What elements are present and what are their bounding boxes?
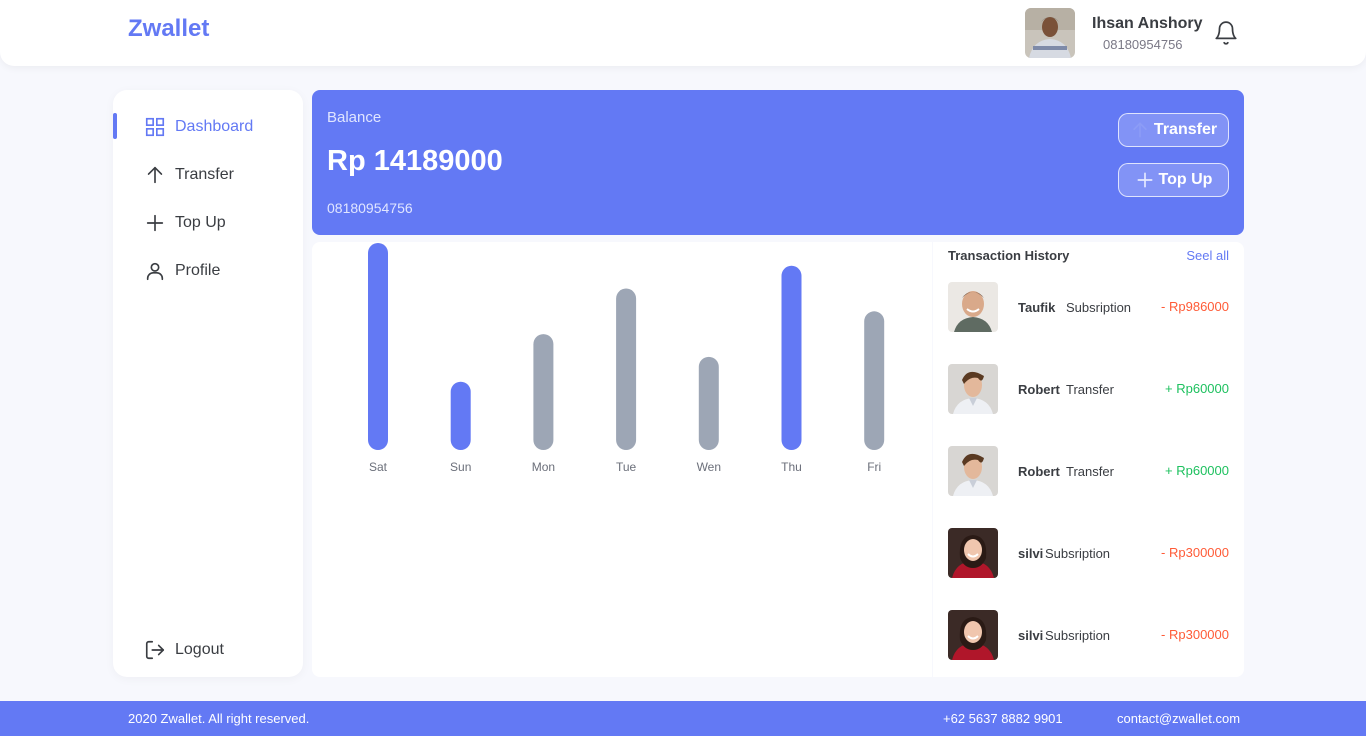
transaction-avatar [948,364,998,414]
chart-bar-sun [450,381,471,450]
logout-icon [144,639,166,661]
transaction-name: silvi [1018,546,1044,561]
sidebar-item-transfer[interactable]: Transfer [113,161,303,189]
transaction-avatar [948,282,998,332]
bar-chart: Sat Sun Mon Tue Wen Thu Fri [368,243,885,474]
sidebar-item-label: Dashboard [175,118,254,135]
transaction-name: Robert [1018,464,1060,479]
balance-phone: 08180954756 [327,200,413,216]
chart-bar-mon [533,334,554,450]
bell-icon[interactable] [1213,20,1239,46]
chart-bar-sat [368,243,388,450]
sidebar-item-label: Profile [175,262,221,279]
sidebar-item-topup[interactable]: Top Up [113,209,303,237]
topup-button-label: Top Up [1158,171,1213,188]
chart-tick-label: Sun [450,460,471,474]
grid-icon [144,116,166,138]
transaction-type: Subsription [1045,628,1111,643]
transaction-history: Transaction History Seel all Taufik Subsr… [933,242,1244,677]
user-phone: 08180954756 [1103,37,1183,52]
transaction-name: Robert [1018,382,1060,397]
transaction-name: Taufik [1018,300,1056,315]
transaction-name: silvi [1018,628,1044,643]
chart-tick-label: Sat [369,460,388,474]
arrow-up-icon [144,164,166,186]
user-avatar[interactable] [1025,8,1075,58]
weekly-chart: Sat Sun Mon Tue Wen Thu Fri [312,242,932,677]
user-icon [144,260,166,282]
transaction-row[interactable]: silvi Subsription - Rp300000 [948,610,1229,660]
transfer-button-label: Transfer [1153,121,1218,138]
logout-button[interactable]: Logout [113,636,303,664]
footer: 2020 Zwallet. All right reserved. +62 56… [0,701,1366,736]
footer-phone[interactable]: +62 5637 8882 9901 [943,711,1063,726]
balance-amount: Rp 14189000 [327,145,503,177]
top-header: Zwallet Ihsan Anshory 08180954756 [0,0,1366,66]
chart-tick-label: Tue [616,460,637,474]
transaction-row[interactable]: Robert Transfer + Rp60000 [948,446,1229,496]
transaction-row[interactable]: silvi Subsription - Rp300000 [948,528,1229,578]
transaction-amount: - Rp986000 [1161,299,1229,314]
chart-bar-thu [781,265,802,450]
transfer-button[interactable]: Transfer [1118,113,1229,147]
sidebar-item-label: Transfer [175,166,234,183]
sidebar-item-profile[interactable]: Profile [113,257,303,285]
arrow-up-icon [1133,122,1147,138]
chart-tick-label: Mon [532,460,555,474]
transaction-amount: - Rp300000 [1161,627,1229,642]
chart-bar-fri [864,311,885,450]
sidebar: Dashboard Transfer Top Up Profile Logout [113,90,303,677]
footer-copyright: 2020 Zwallet. All right reserved. [128,711,310,726]
balance-card: Balance Rp 14189000 08180954756 Transfer… [312,90,1244,235]
see-all-link[interactable]: Seel all [1186,248,1229,263]
transaction-type: Transfer [1066,464,1114,479]
chart-bar-wen [698,356,719,450]
transaction-row[interactable]: Robert Transfer + Rp60000 [948,364,1229,414]
balance-label: Balance [327,109,382,126]
chart-bar-tue [616,288,637,450]
transaction-type: Transfer [1066,382,1114,397]
user-name: Ihsan Anshory [1092,15,1203,32]
chart-tick-label: Fri [867,460,881,474]
transaction-amount: + Rp60000 [1165,463,1229,478]
transaction-avatar [948,528,998,578]
transaction-amount: + Rp60000 [1165,381,1229,396]
plus-icon [144,212,166,234]
transaction-type: Subsription [1066,300,1132,315]
transaction-row[interactable]: Taufik Subsription - Rp986000 [948,282,1229,332]
footer-email[interactable]: contact@zwallet.com [1117,711,1240,726]
transaction-amount: - Rp300000 [1161,545,1229,560]
brand-logo[interactable]: Zwallet [128,15,209,43]
transaction-type: Subsription [1045,546,1111,561]
sidebar-item-label: Top Up [175,214,226,231]
transaction-avatar [948,446,998,496]
chart-tick-label: Wen [697,460,721,474]
history-title: Transaction History [948,248,1070,263]
sidebar-item-dashboard[interactable]: Dashboard [113,113,303,141]
topup-button[interactable]: Top Up [1118,163,1229,197]
logout-label: Logout [175,641,224,658]
plus-icon [1137,172,1153,188]
transaction-avatar [948,610,998,660]
chart-tick-label: Thu [781,460,802,474]
